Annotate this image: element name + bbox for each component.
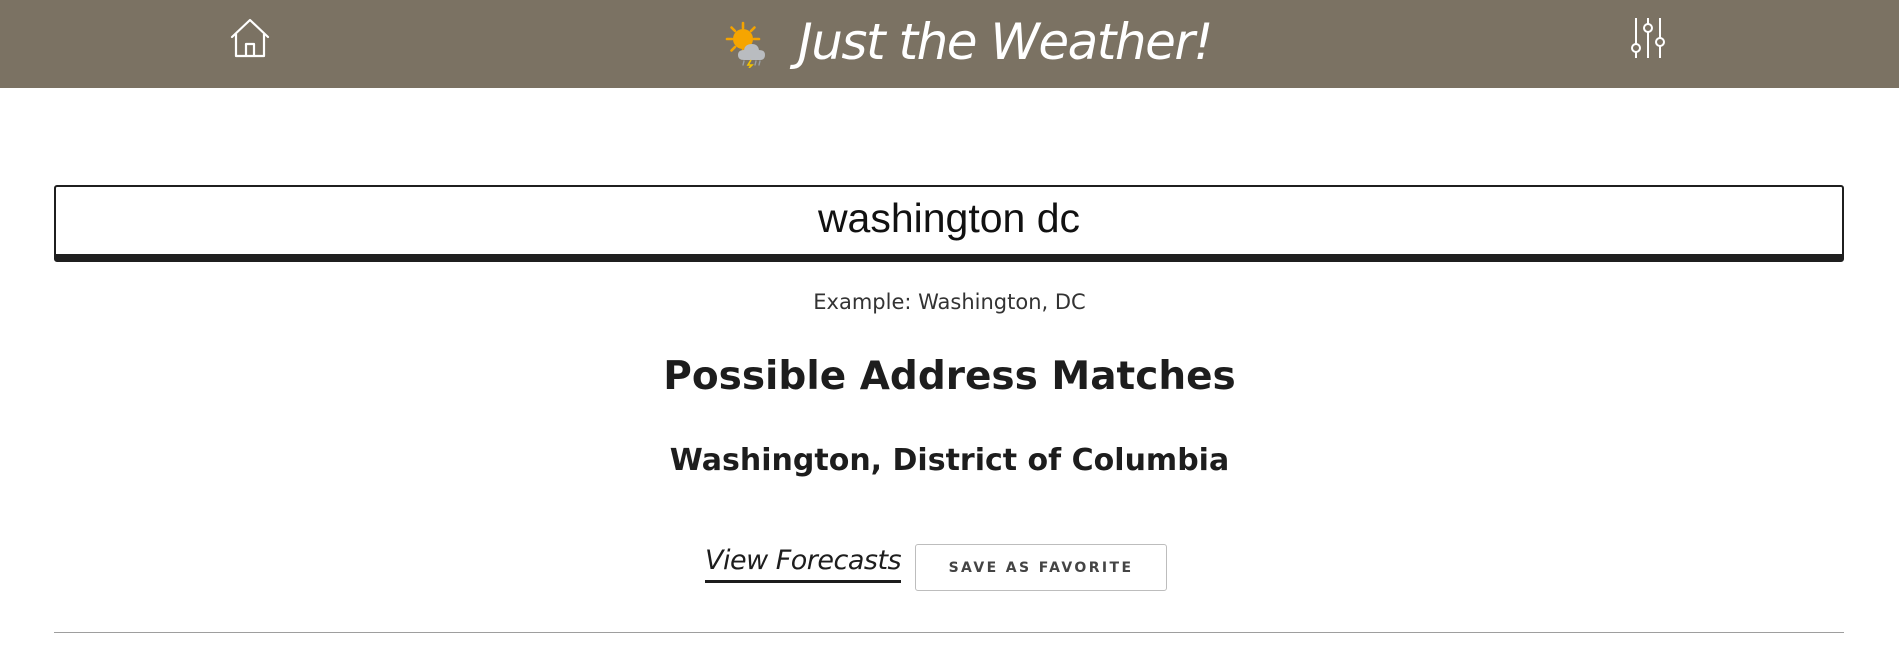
view-forecasts-link[interactable]: View Forecasts: [705, 545, 902, 583]
location-search-input[interactable]: [54, 185, 1844, 262]
app-header: Just the Weather!: [0, 0, 1899, 88]
home-button[interactable]: [226, 14, 274, 62]
save-favorite-button[interactable]: SAVE AS FAVORITE: [915, 544, 1167, 591]
result-divider: [54, 632, 1844, 633]
sliders-icon: [1631, 18, 1665, 58]
home-icon: [230, 18, 270, 58]
app-title: Just the Weather!: [798, 13, 1213, 71]
search-example-hint: Example: Washington, DC: [813, 290, 1086, 314]
brand: Just the Weather!: [724, 0, 1213, 88]
settings-button[interactable]: [1624, 14, 1672, 62]
results-heading: Possible Address Matches: [663, 354, 1236, 399]
match-location-name: Washington, District of Columbia: [669, 443, 1230, 478]
sun-storm-cloud-icon: [725, 21, 765, 68]
